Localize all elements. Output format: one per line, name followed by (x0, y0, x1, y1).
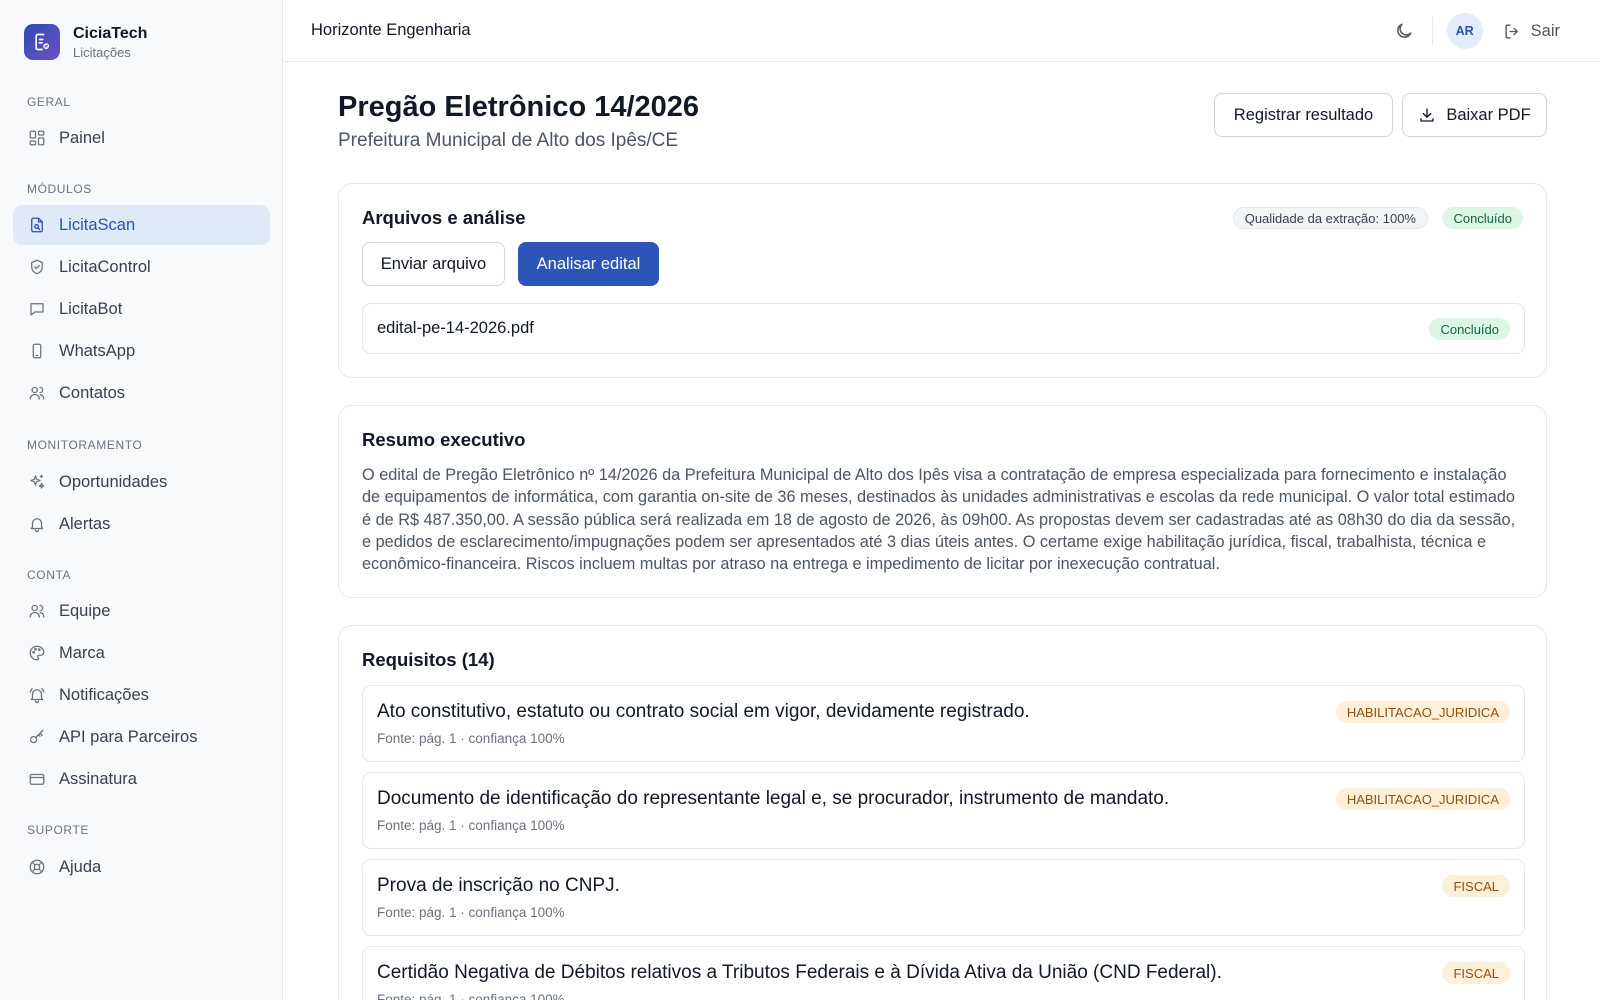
requirement-text: Documento de identificação do representa… (377, 788, 1170, 809)
requirement-item[interactable]: Documento de identificação do representa… (362, 772, 1525, 849)
sidebar-item-contatos[interactable]: Contatos (13, 373, 270, 413)
sidebar-item-licitacontrol[interactable]: LicitaControl (13, 247, 270, 287)
file-row[interactable]: edital-pe-14-2026.pdf Concluído (362, 303, 1525, 354)
topbar: Horizonte Engenharia AR Sair (284, 0, 1600, 62)
moon-icon[interactable] (1392, 19, 1416, 43)
register-result-button[interactable]: Registrar resultado (1214, 93, 1393, 137)
divider (1431, 17, 1433, 45)
brand[interactable]: CiciaTech Licitações (0, 0, 282, 84)
requirement-tag: FISCAL (1442, 962, 1510, 984)
brand-logo-icon (24, 24, 60, 60)
sidebar-item-licitascan[interactable]: LicitaScan (13, 205, 270, 245)
sidebar-item-assinatura[interactable]: Assinatura (13, 759, 270, 799)
sidebar-item-label: Contatos (59, 383, 126, 402)
requirement-text: Ato constitutivo, estatuto ou contrato s… (377, 701, 1030, 722)
sidebar-item-label: Ajuda (59, 857, 102, 876)
file-status-badge: Concluído (1429, 318, 1510, 340)
register-result-label: Registrar resultado (1233, 105, 1374, 124)
sidebar-item-label: LicitaBot (59, 299, 123, 318)
nav-section-conta: CONTA (27, 568, 72, 582)
analyze-edital-button[interactable]: Analisar edital (518, 242, 659, 286)
summary-text: O edital de Pregão Eletrônico nº 14/2026… (362, 466, 1516, 574)
sparkles-icon (27, 472, 47, 492)
sidebar-item-notificacoes[interactable]: Notificações (13, 675, 270, 715)
summary-card: Resumo executivo O edital de Pregão Elet… (338, 405, 1547, 598)
logout-icon (1505, 23, 1518, 39)
quality-badge: Qualidade da extração: 100% (1232, 207, 1428, 229)
requirement-item[interactable]: Prova de inscrição no CNPJ. Fonte: pág. … (362, 859, 1525, 936)
sidebar-item-label: WhatsApp (59, 341, 136, 360)
download-pdf-button[interactable]: Baixar PDF (1402, 93, 1547, 137)
requirement-item[interactable]: Ato constitutivo, estatuto ou contrato s… (362, 685, 1525, 762)
sidebar-item-ajuda[interactable]: Ajuda (13, 847, 270, 887)
sidebar-item-oportunidades[interactable]: Oportunidades (13, 462, 270, 502)
requirement-tag: HABILITACAO_JURIDICA (1335, 788, 1510, 810)
sidebar-item-whatsapp[interactable]: WhatsApp (13, 331, 270, 371)
sidebar-item-label: Assinatura (59, 769, 137, 788)
phone-icon (27, 341, 47, 361)
summary-title: Resumo executivo (362, 429, 526, 450)
nav-section-geral: GERAL (27, 95, 71, 109)
requirement-source: Fonte: pág. 1 · confiança 100% (377, 731, 565, 746)
sidebar-item-licitabot[interactable]: LicitaBot (13, 289, 270, 329)
logout-label: Sair (1530, 21, 1560, 40)
page-title: Pregão Eletrônico 14/2026 (338, 91, 700, 123)
sidebar-item-label: Notificações (59, 685, 149, 704)
page-subtitle: Prefeitura Municipal de Alto dos Ipês/CE (338, 130, 679, 151)
sidebar: CiciaTech Licitações GERAL Painel MÓDULO… (0, 0, 283, 1000)
nav-section-suporte: SUPORTE (27, 823, 89, 837)
requirements-card: Requisitos (14) Ato constitutivo, estatu… (338, 625, 1547, 1000)
sidebar-item-label: API para Parceiros (59, 727, 198, 746)
brand-subtitle: Licitações (73, 44, 131, 60)
sidebar-item-label: Equipe (59, 601, 111, 620)
sidebar-item-alertas[interactable]: Alertas (13, 504, 270, 544)
download-pdf-label: Baixar PDF (1446, 105, 1531, 124)
requirement-text: Certidão Negativa de Débitos relativos a… (377, 962, 1222, 983)
files-card: Arquivos e análise Qualidade da extração… (338, 183, 1547, 378)
requirement-item[interactable]: Certidão Negativa de Débitos relativos a… (362, 946, 1525, 1000)
credit-card-icon (27, 769, 47, 789)
sidebar-item-label: Oportunidades (59, 472, 168, 491)
users-icon (27, 601, 47, 621)
file-scan-icon (27, 215, 47, 235)
sidebar-item-label: Marca (59, 643, 105, 662)
requirement-source: Fonte: pág. 1 · confiança 100% (377, 818, 565, 833)
grid-icon (27, 128, 47, 148)
sidebar-item-label: Painel (59, 128, 105, 147)
sidebar-item-equipe[interactable]: Equipe (13, 591, 270, 631)
avatar[interactable]: AR (1446, 13, 1483, 49)
requirement-tag: FISCAL (1442, 875, 1510, 897)
sidebar-item-label: Alertas (59, 514, 111, 533)
shield-check-icon (27, 257, 47, 277)
nav-section-modulos: MÓDULOS (27, 182, 92, 196)
requirements-title: Requisitos (14) (362, 649, 495, 670)
status-badge: Concluído (1442, 207, 1523, 229)
users-icon (27, 383, 47, 403)
chat-icon (27, 299, 47, 319)
files-card-title: Arquivos e análise (362, 207, 526, 228)
nav-section-monitoramento: MONITORAMENTO (27, 438, 143, 452)
file-name: edital-pe-14-2026.pdf (377, 319, 534, 337)
palette-icon (27, 643, 47, 663)
requirement-tag: HABILITACAO_JURIDICA (1335, 701, 1510, 723)
brand-name: CiciaTech (73, 24, 148, 42)
sidebar-item-painel[interactable]: Painel (13, 118, 270, 158)
bell-icon (27, 514, 47, 534)
lifebuoy-icon (27, 857, 47, 877)
sidebar-item-marca[interactable]: Marca (13, 633, 270, 673)
upload-file-button[interactable]: Enviar arquivo (362, 242, 505, 286)
requirement-source: Fonte: pág. 1 · confiança 100% (377, 905, 565, 920)
company-name: Horizonte Engenharia (311, 21, 471, 39)
requirement-source: Fonte: pág. 1 · confiança 100% (377, 992, 565, 1000)
download-icon (1420, 108, 1434, 122)
bell-ring-icon (27, 685, 47, 705)
sidebar-item-label: LicitaControl (59, 257, 151, 276)
sidebar-item-label: LicitaScan (59, 215, 136, 234)
sidebar-item-api-parceiros[interactable]: API para Parceiros (13, 717, 270, 757)
requirement-text: Prova de inscrição no CNPJ. (377, 875, 620, 896)
logout-button[interactable]: Sair (1503, 22, 1560, 41)
key-icon (27, 727, 47, 747)
